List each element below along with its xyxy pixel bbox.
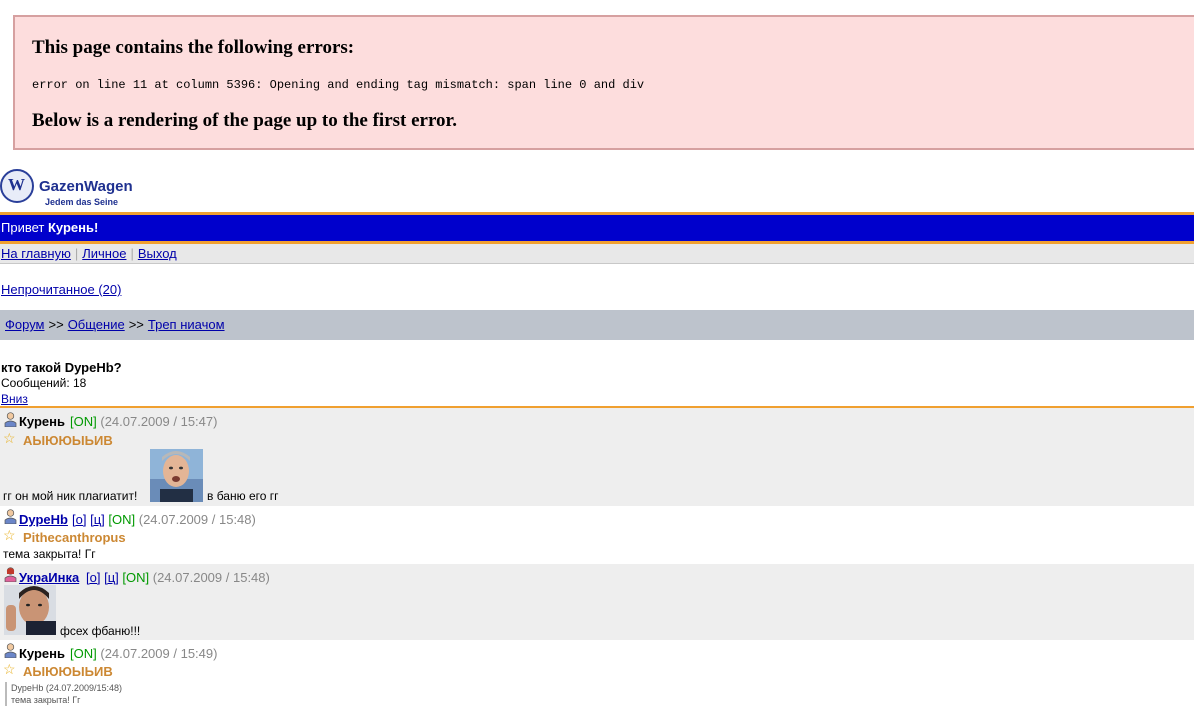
- breadcrumb-general[interactable]: Общение: [68, 317, 125, 332]
- forum-post: Курень [ON] (24.07.2009 / 15:47) ☆ АЫЮЮЫ…: [0, 408, 1194, 506]
- post-date: (24.07.2009 / 15:48): [138, 512, 256, 527]
- nav-divider: |: [74, 246, 79, 261]
- forum-post: DуреНb [о] [ц] [ON] (24.07.2009 / 15:48)…: [0, 506, 1194, 564]
- message-count: Сообщений: 18: [1, 376, 87, 390]
- online-status: [ON]: [70, 646, 97, 661]
- vw-logo-icon: W: [0, 169, 34, 203]
- star-icon: ☆: [3, 430, 16, 446]
- post-date: (24.07.2009 / 15:47): [100, 414, 218, 429]
- post-author: Курень: [19, 414, 66, 429]
- breadcrumb-forum[interactable]: Форум: [5, 317, 45, 332]
- greeting-bar: Привет Курень!: [0, 212, 1194, 244]
- quote-link[interactable]: [ц]: [104, 570, 119, 585]
- post-image[interactable]: [4, 585, 56, 635]
- error-footer: Below is a rendering of the page up to t…: [32, 110, 457, 131]
- star-icon: ☆: [3, 527, 16, 543]
- error-message: error on line 11 at column 5396: Opening…: [32, 78, 645, 92]
- user-rank: АЫЮЮЫЬИВ: [23, 433, 113, 448]
- top-nav: На главную | Личное | Выход: [0, 244, 1194, 264]
- error-heading: This page contains the following errors:: [32, 37, 355, 58]
- site-logo[interactable]: W GazenWagen Jedem das Seine: [0, 167, 133, 211]
- user-rank: Pithecanthropus: [23, 530, 126, 545]
- user-male-icon: [4, 643, 17, 658]
- topic-title: кто такой DуреНb?: [1, 360, 122, 375]
- quote-text: тема закрыта! Гг: [11, 695, 81, 705]
- online-status: [ON]: [108, 512, 136, 527]
- post-date: (24.07.2009 / 15:49): [100, 646, 218, 661]
- nav-divider: |: [130, 246, 134, 261]
- post-image[interactable]: [150, 449, 203, 502]
- post-text: фсех фбаню!!!: [60, 624, 141, 638]
- profile-link[interactable]: [о]: [86, 570, 100, 585]
- greeting-prefix: Привет: [1, 220, 45, 235]
- quote-link[interactable]: [ц]: [90, 512, 105, 527]
- greeting-user: Курень!: [47, 220, 99, 235]
- xml-error-box: This page contains the following errors:…: [13, 15, 1194, 150]
- quote-header: DуреНb (24.07.2009/15:48): [11, 683, 122, 693]
- unread-link[interactable]: Непрочитанное (20): [1, 282, 121, 297]
- nav-home-link[interactable]: На главную: [1, 246, 71, 261]
- forum-post: Курень [ON] (24.07.2009 / 15:49) ☆ АЫЮЮЫ…: [0, 640, 1194, 711]
- user-rank: АЫЮЮЫЬИВ: [23, 664, 113, 679]
- nav-personal-link[interactable]: Личное: [82, 246, 126, 261]
- post-author-link[interactable]: УкраИнка: [19, 570, 79, 585]
- user-male-icon: [4, 412, 17, 427]
- post-author: Курень: [19, 646, 66, 661]
- post-quote: DуреНb (24.07.2009/15:48) тема закрыта! …: [5, 682, 122, 706]
- user-female-icon: [4, 567, 17, 582]
- post-text: гг он мой ник плагиатит!: [3, 489, 138, 503]
- post-date: (24.07.2009 / 15:48): [152, 570, 270, 585]
- user-male-icon: [4, 509, 17, 524]
- scroll-down-link[interactable]: Вниз: [1, 392, 28, 406]
- online-status: [ON]: [122, 570, 150, 585]
- online-status: [ON]: [70, 414, 97, 429]
- nav-logout-link[interactable]: Выход: [138, 246, 177, 261]
- profile-link[interactable]: [о]: [72, 512, 86, 527]
- post-text: в баню его гг: [207, 489, 279, 503]
- logo-title: GazenWagen: [39, 178, 133, 195]
- star-icon: ☆: [3, 661, 16, 677]
- logo-subtitle: Jedem das Seine: [45, 197, 119, 207]
- forum-post: УкраИнка [о] [ц] [ON] (24.07.2009 / 15:4…: [0, 564, 1194, 640]
- breadcrumb-section[interactable]: Треп ниачом: [148, 317, 225, 332]
- post-author-link[interactable]: DуреНb: [19, 512, 68, 527]
- post-text: тема закрыта! Гг: [3, 547, 96, 561]
- breadcrumb: Форум >> Общение >> Треп ниачом: [0, 310, 1194, 340]
